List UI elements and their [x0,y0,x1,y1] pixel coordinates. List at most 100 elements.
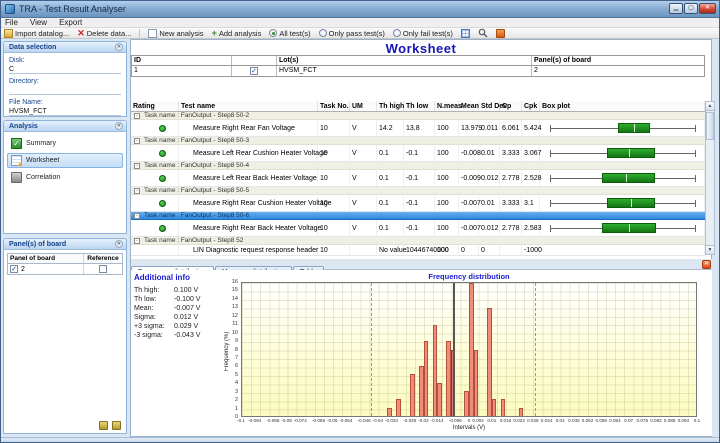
data-selection-header: Data selection ✕ [4,42,126,53]
group-row[interactable]: Task name : FanOutput - Step8 50-6 [131,212,705,220]
mean-line [453,283,455,416]
panel-of-board-column-header: Panel of board [8,254,84,263]
menu-item-export[interactable]: Export [59,18,82,27]
disk-value[interactable]: C [9,65,121,74]
analysis-close-icon[interactable]: ✕ [115,122,123,130]
column-header[interactable]: Cpk [522,101,540,111]
cell: 0.1 [377,170,404,186]
y-tick-label: 8 [235,347,238,353]
table-row[interactable]: Measure Left Rear Cushion Heater Voltage… [131,145,705,162]
scroll-up-arrow[interactable]: ▲ [706,102,714,111]
table-row[interactable]: Measure Right Rear Cushion Heater Voltag… [131,195,705,212]
panel-board-table-header: Panel of board Reference [8,254,122,264]
table-row[interactable]: Measure Right Rear Back Heater Voltage10… [131,220,705,237]
close-chart-panel-icon[interactable]: ✕ [702,260,711,269]
new-analysis-button[interactable]: New analysis [148,29,203,38]
menu-item-view[interactable]: View [30,18,47,27]
group-row[interactable]: Task name : FanOutput - Step8 52 [131,237,705,245]
column-header[interactable]: Test name [179,101,318,111]
column-header[interactable]: UM [350,101,377,111]
radio-icon [319,29,327,37]
app-icon [5,4,15,14]
group-row[interactable]: Task name : FanOutput - Step8 50-3 [131,137,705,145]
column-header[interactable]: N.meas [435,101,459,111]
y-tick-label: 6 [235,363,238,369]
panel-board-row[interactable]: 2 [8,264,122,274]
cell: 100 [435,245,459,255]
expander-icon[interactable] [134,238,140,244]
reference-checkbox[interactable] [99,265,107,273]
column-header[interactable]: Cp [500,101,522,111]
expander-icon[interactable] [134,213,140,219]
panels-of-board-close-icon[interactable]: ✕ [115,240,123,248]
pass-dot-icon [159,125,166,132]
sigma-line [371,283,372,416]
x-tick-label: -0.034 [385,418,398,423]
cell: -0.1 [404,195,435,211]
x-tick-label: 0.028 [527,418,539,423]
table-row[interactable]: Measure Left Rear Back Heater Voltage10V… [131,170,705,187]
x-tick-label: 0.01 [487,418,496,423]
group-row[interactable]: Task name : FanOutput - Step8 50-5 [131,187,705,195]
histogram-bar [410,374,415,416]
column-header[interactable]: Th high [377,101,404,111]
table-row[interactable]: Measure Right Rear Fan Voltage10V14.213.… [131,120,705,137]
radio-only-fail-test-s[interactable]: Only fail test(s) [393,29,453,38]
minimize-button[interactable]: ▁ [669,3,683,14]
additional-info-title: Additional info [134,273,190,282]
column-header[interactable]: Mean [459,101,479,111]
directory-value[interactable] [9,86,121,95]
radio-only-pass-test-s[interactable]: Only pass test(s) [319,29,385,38]
data-selection-close-icon[interactable]: ✕ [115,43,123,51]
toolbar-separator [139,29,140,38]
table-view-icon[interactable] [461,29,470,38]
y-tick-label: 11 [232,321,238,327]
sidebar-item-worksheet[interactable]: Worksheet [7,153,123,168]
expander-icon[interactable] [134,113,140,119]
title-bar[interactable]: TRA - Test Result Analyser ▁ ▢ ✕ [1,1,720,18]
column-header[interactable]: Std Dev [479,101,500,111]
cell: Measure Right Rear Fan Voltage [179,120,318,136]
radio-label: Only pass test(s) [329,29,385,38]
id-column-header: ID [132,56,232,65]
x-tick-label: 0.004 [472,418,484,423]
report-icon[interactable] [496,29,505,38]
import-datalog-button[interactable]: Import datalog... [4,29,69,38]
expander-icon[interactable] [134,188,140,194]
expander-icon[interactable] [134,163,140,169]
radio-all-test-s[interactable]: All test(s) [269,29,310,38]
cell: 100 [435,120,459,136]
lot-checkbox[interactable] [250,67,258,75]
file-name-value[interactable]: HVSM_FCT [9,107,121,116]
group-row[interactable]: Task name : FanOutput - Step8 50-2 [131,112,705,120]
expander-icon[interactable] [134,138,140,144]
boxplot-cell [540,145,705,161]
scroll-thumb[interactable] [706,112,714,140]
cell: Measure Right Rear Cushion Heater Voltag… [179,195,318,211]
column-header[interactable]: Task No. [318,101,350,111]
check-all-icon[interactable] [99,421,108,430]
scroll-down-arrow[interactable]: ▼ [706,245,714,254]
results-table: RatingTest nameTask No.UMTh highTh lowN.… [131,101,705,256]
cell: 100 [435,170,459,186]
magnifier-icon[interactable] [478,28,488,38]
menu-item-file[interactable]: File [5,18,18,27]
sidebar-item-summary[interactable]: Summary [7,136,123,151]
histogram-bar [396,399,401,416]
table-row[interactable]: LIN Diagnostic request response header10… [131,245,705,256]
maximize-button[interactable]: ▢ [684,3,698,14]
column-header[interactable]: Box plot [540,101,705,111]
cell: 10 [318,145,350,161]
add-analysis-button[interactable]: + Add analysis [212,29,262,38]
sidebar-item-correlation[interactable]: Correlation [7,170,123,185]
results-scrollbar[interactable]: ▲ ▼ [705,101,715,255]
delete-data-button[interactable]: ✕ Delete data... [77,29,131,38]
panel-checkbox[interactable] [10,265,18,273]
group-row[interactable]: Task name : FanOutput - Step8 50-4 [131,162,705,170]
uncheck-all-icon[interactable] [112,421,121,430]
lot-table: ID Lot(s) Panel(s) of board 1 HVSM_FCT 2 [131,55,705,77]
close-button[interactable]: ✕ [699,3,716,14]
column-header[interactable]: Rating [131,101,179,111]
column-header[interactable]: Th low [404,101,435,111]
lot-table-row[interactable]: 1 HVSM_FCT 2 [132,66,704,76]
